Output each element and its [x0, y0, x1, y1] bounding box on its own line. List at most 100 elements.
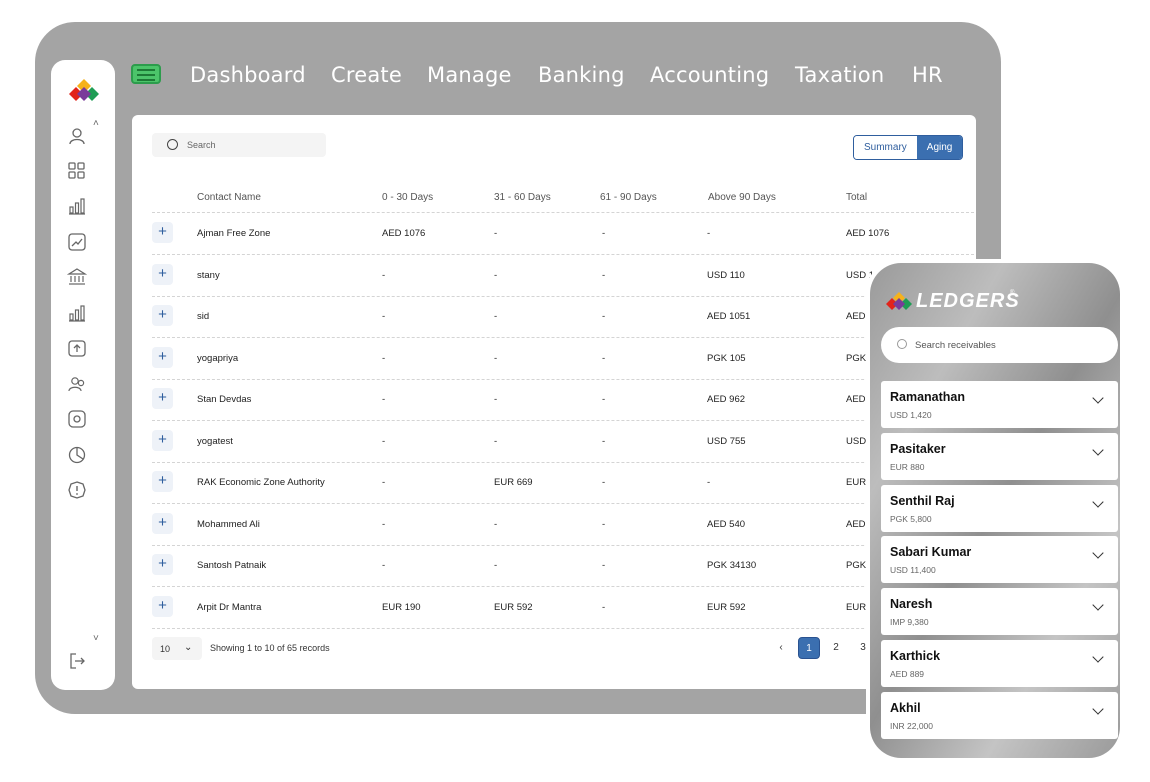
cell-d61: -	[602, 518, 606, 530]
receivable-amount: IMP 9,380	[890, 617, 929, 628]
expand-row-icon[interactable]: +	[152, 429, 173, 451]
search-icon	[897, 339, 907, 349]
table-row[interactable]: + Stan Devdas - - - AED 962 AED	[132, 379, 976, 421]
receivables-panel: Search Summary Aging Contact Name 0 - 30…	[132, 115, 976, 689]
expand-row-icon[interactable]: +	[152, 512, 173, 534]
search-input[interactable]: Search	[152, 133, 326, 157]
cell-d90: -	[707, 228, 711, 239]
settings-icon[interactable]	[67, 409, 87, 429]
receivable-card[interactable]: Karthick AED 889	[881, 640, 1118, 687]
cell-d0: -	[382, 518, 386, 530]
cell-d31: -	[494, 228, 498, 239]
nav-hr[interactable]: HR	[912, 63, 943, 87]
chevron-down-icon[interactable]	[1092, 392, 1104, 404]
scroll-down-caret-icon[interactable]: ˅	[93, 633, 99, 644]
expand-row-icon[interactable]: +	[152, 471, 173, 492]
cell-d31: -	[494, 394, 498, 405]
chevron-down-icon[interactable]	[1092, 651, 1104, 663]
table-row[interactable]: + sid - - - AED 1051 AED	[132, 296, 976, 338]
search-placeholder: Search	[187, 140, 216, 150]
cell-d31: -	[494, 518, 498, 530]
receivable-card[interactable]: Sabari Kumar USD 11,400	[881, 536, 1118, 584]
page-button-1[interactable]: 1	[798, 637, 820, 659]
nav-dashboard[interactable]: Dashboard	[190, 63, 306, 87]
prev-page-button[interactable]: ‹	[770, 637, 792, 659]
brand-name: LEDGERS	[916, 290, 1020, 312]
cell-d90: PGK 34130	[707, 560, 757, 571]
receivable-card[interactable]: Pasitaker EUR 880	[881, 432, 1118, 480]
expand-row-icon[interactable]: +	[152, 388, 173, 409]
cell-name: Stan Devdas	[197, 394, 252, 405]
scroll-up-caret-icon[interactable]: ˄	[93, 118, 99, 129]
cell-d90: AED 962	[707, 394, 746, 405]
cell-d61: -	[602, 394, 606, 405]
cell-d0: EUR 190	[382, 601, 421, 613]
bar-chart-icon[interactable]	[67, 303, 87, 323]
nav-manage[interactable]: Manage	[427, 63, 512, 87]
column-header-contact: Contact Name	[197, 192, 261, 203]
users-icon[interactable]	[67, 374, 87, 394]
view-toggle: Summary Aging	[853, 135, 964, 160]
chevron-down-icon[interactable]	[1092, 599, 1104, 611]
chevron-down-icon[interactable]	[1092, 495, 1104, 508]
grid-icon[interactable]	[67, 161, 87, 181]
nav-create[interactable]: Create	[331, 63, 402, 87]
table-row[interactable]: + Ajman Free Zone AED 1076 - - - AED 1076	[132, 213, 976, 255]
trend-chart-icon[interactable]	[67, 232, 87, 252]
phone-screen: LEDGERS ® Search receivables Ramanathan U…	[870, 263, 1120, 758]
upload-icon[interactable]	[67, 338, 87, 358]
phone-mockup: LEDGERS ® Search receivables Ramanathan U…	[866, 259, 1124, 762]
receivable-amount: EUR 880	[890, 461, 925, 472]
summary-tab[interactable]: Summary	[854, 136, 917, 159]
screen: ˄ ˅ Dashboard Create Manage Banking Acco…	[0, 0, 1150, 782]
table-row[interactable]: + yogatest - - - USD 755 USD	[132, 421, 976, 463]
receivable-card[interactable]: Akhil INR 22,000	[881, 691, 1118, 739]
nav-banking[interactable]: Banking	[538, 63, 625, 87]
cell-name: Ajman Free Zone	[197, 228, 271, 239]
cell-d0: -	[382, 269, 386, 281]
chevron-down-icon[interactable]	[1092, 444, 1104, 456]
page-size-value: 10	[160, 644, 171, 654]
bank-icon[interactable]	[66, 267, 88, 287]
nav-accounting[interactable]: Accounting	[650, 63, 769, 87]
nav-taxation[interactable]: Taxation	[795, 63, 884, 87]
expand-row-icon[interactable]: +	[152, 346, 173, 368]
cell-d0: -	[382, 560, 386, 571]
chevron-down-icon[interactable]	[1092, 547, 1104, 560]
aging-tab[interactable]: Aging	[916, 136, 963, 159]
receivable-card[interactable]: Senthil Raj PGK 5,800	[881, 484, 1118, 532]
expand-row-icon[interactable]: +	[152, 263, 173, 285]
table-row[interactable]: + Arpit Dr Mantra EUR 190 EUR 592 - EUR 592 EU…	[132, 587, 976, 629]
table-row[interactable]: + stany - - - USD 110 USD 1	[132, 255, 976, 297]
table-row[interactable]: + Mohammed Ali - - - AED 540 AED	[132, 504, 976, 546]
cell-d61: -	[602, 228, 606, 239]
cell-d61: -	[602, 560, 606, 571]
cell-name: yogapriya	[197, 352, 239, 364]
table-row[interactable]: + RAK Economic Zone Authority - EUR 669 - - EU…	[132, 462, 976, 504]
bar-chart-icon[interactable]	[67, 196, 87, 216]
receivables-search-input[interactable]: Search receivables	[881, 327, 1118, 363]
user-icon[interactable]	[67, 126, 87, 146]
cell-d0: AED 1076	[382, 228, 426, 239]
receivable-card[interactable]: Naresh IMP 9,380	[881, 588, 1118, 636]
receivable-card[interactable]: Ramanathan USD 1,420	[881, 381, 1118, 428]
cell-d31: -	[494, 311, 498, 322]
table-row[interactable]: + Santosh Patnaik - - - PGK 34130 PGK	[132, 545, 976, 587]
alert-icon[interactable]	[67, 480, 87, 500]
cell-d31: EUR 592	[494, 601, 533, 613]
pie-chart-icon[interactable]	[67, 445, 87, 465]
expand-row-icon[interactable]: +	[152, 554, 173, 575]
page-button-2[interactable]: 2	[825, 637, 847, 659]
expand-row-icon[interactable]: +	[152, 222, 173, 243]
chevron-down-icon[interactable]	[1092, 703, 1104, 715]
cell-d31: -	[494, 352, 498, 364]
cell-d61: -	[602, 435, 606, 447]
expand-row-icon[interactable]: +	[152, 305, 173, 326]
cell-d61: -	[602, 269, 606, 281]
menu-toggle-icon[interactable]	[131, 64, 161, 84]
cell-d0: -	[382, 394, 386, 405]
table-row[interactable]: + yogapriya - - - PGK 105 PGK	[132, 338, 976, 380]
page-size-select[interactable]: 10 ⌄	[152, 637, 202, 660]
expand-row-icon[interactable]: +	[152, 595, 173, 617]
logout-icon[interactable]	[67, 651, 87, 671]
